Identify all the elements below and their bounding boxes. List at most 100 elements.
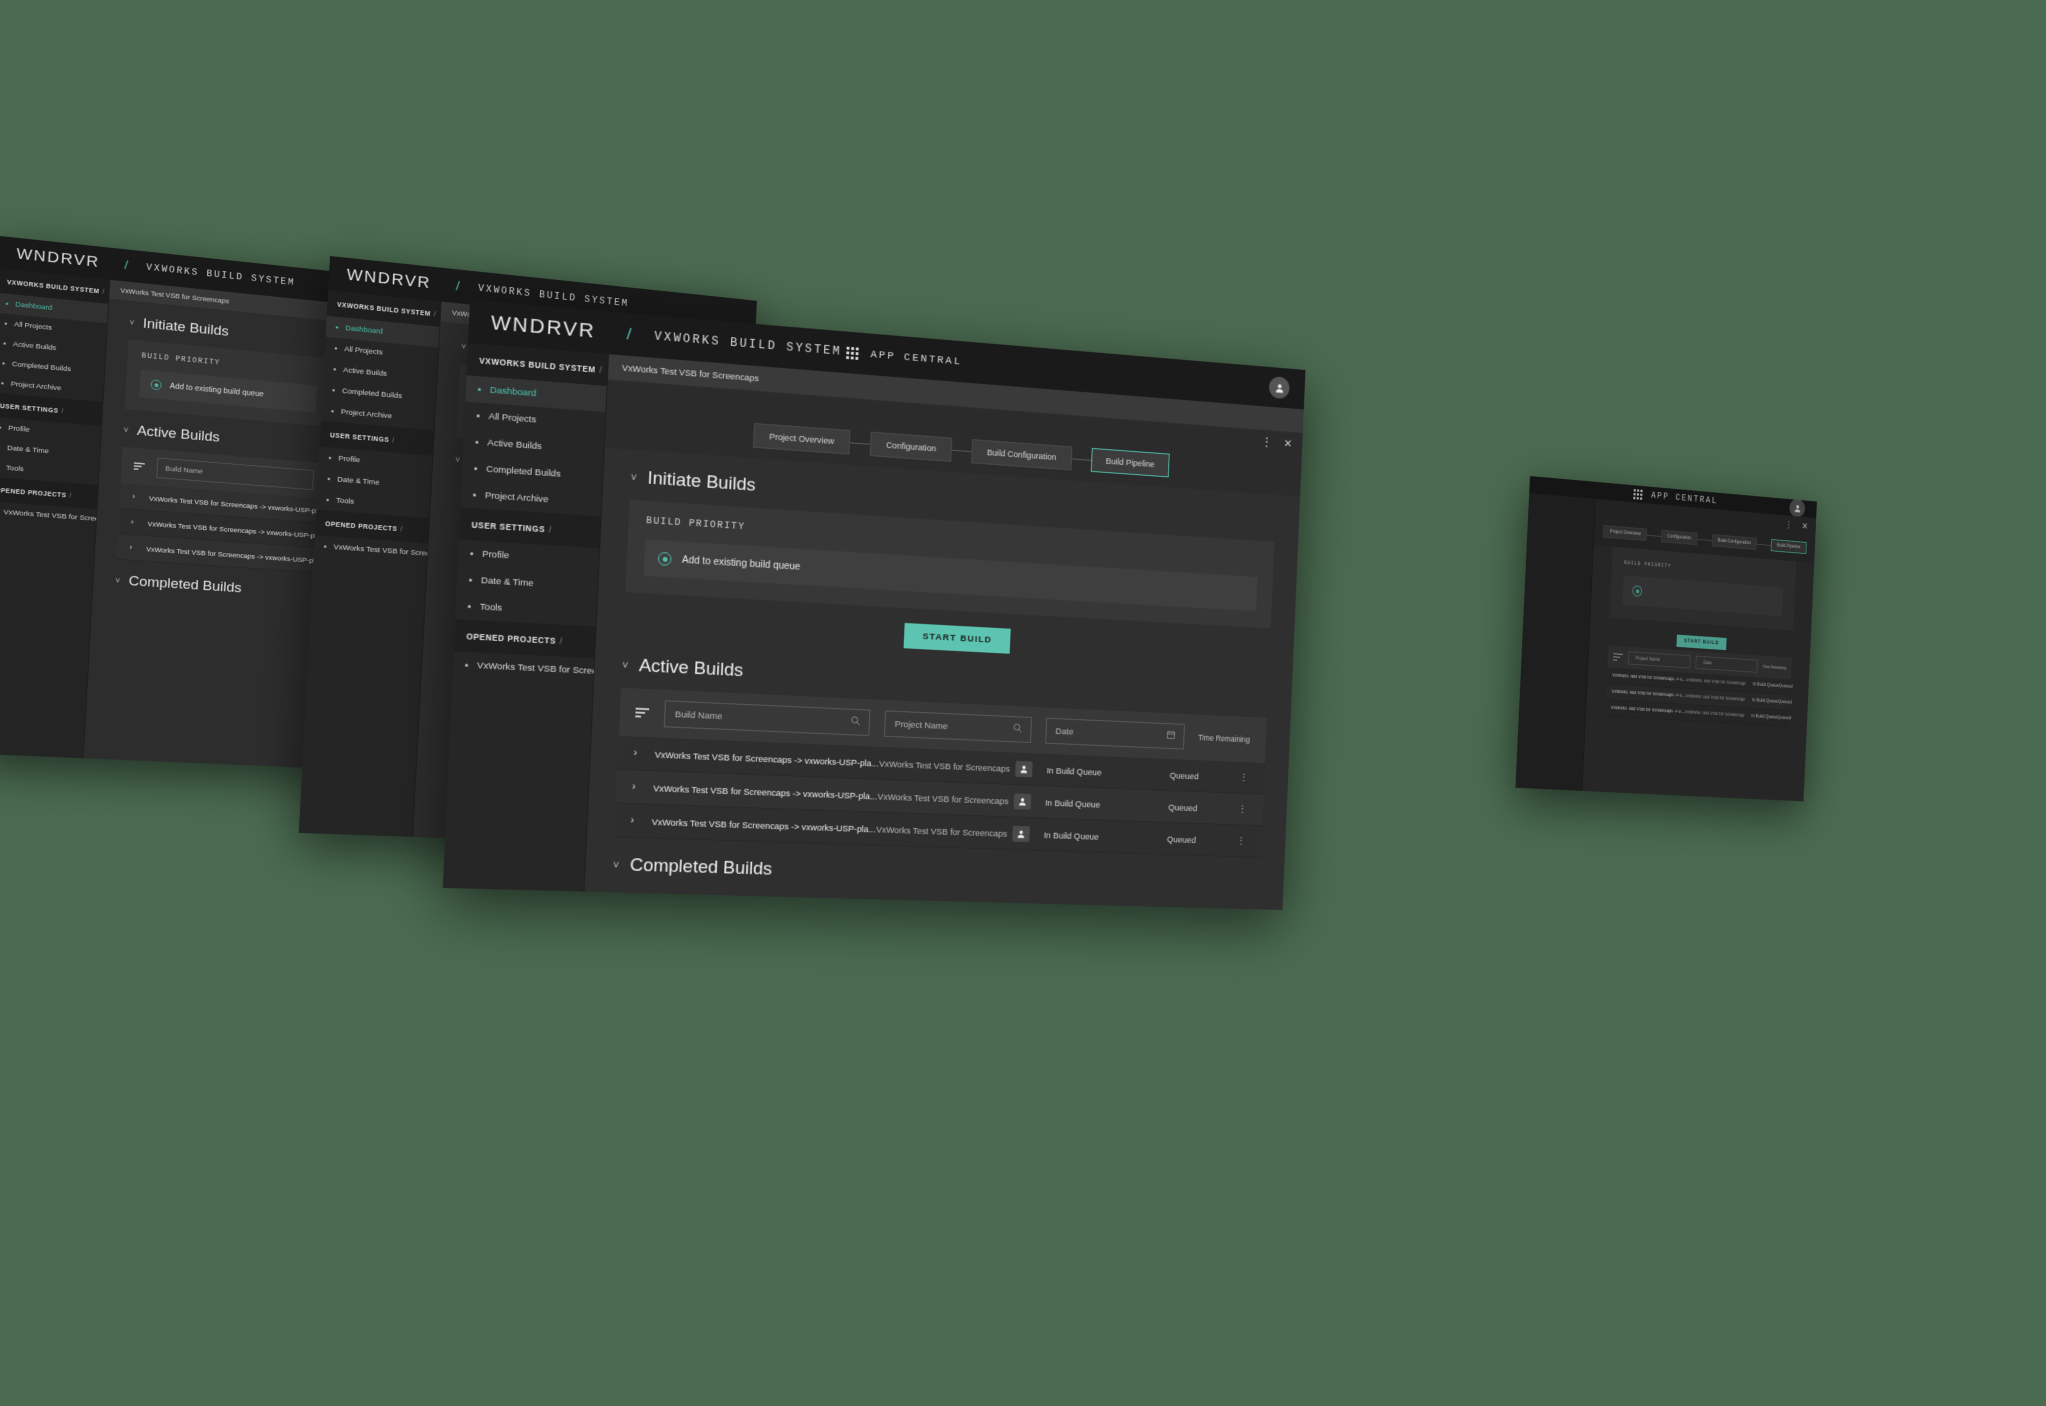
- sidebar-item-label: Dashboard: [489, 384, 537, 400]
- chevron-down-icon: ˅: [114, 576, 121, 586]
- project-name-cell: VxWorks Test VSB for Screencaps: [878, 757, 1011, 774]
- start-build-button[interactable]: START BUILD: [1676, 634, 1727, 651]
- search-icon[interactable]: [850, 715, 861, 729]
- wndrvr-logo: WNDRVR: [16, 245, 101, 271]
- filter-lines-icon[interactable]: [1613, 653, 1623, 661]
- tab-connector: [1697, 538, 1712, 541]
- project-name-search-input[interactable]: Project Name: [883, 710, 1033, 743]
- tab-project-overview[interactable]: Project Overview: [1603, 525, 1647, 541]
- window-left-background[interactable]: WNDRVR / VXWORKS BUILD SYSTEM VXWORKS BU…: [0, 236, 357, 769]
- breadcrumb-project: VxWorks Test VSB for Screencaps: [621, 363, 759, 384]
- bullet-icon: [327, 477, 331, 481]
- panel-kebab-menu-icon[interactable]: ⋮: [1261, 435, 1272, 448]
- owner-cell: [1015, 760, 1037, 777]
- sidebar-item-label: Active Builds: [12, 340, 57, 353]
- sidebar-item-label: Active Builds: [487, 437, 543, 453]
- sidebar-group-title: OPENED PROJECTS: [0, 486, 67, 499]
- chevron-down-icon: ˅: [460, 342, 467, 352]
- filter-lines-icon[interactable]: [635, 707, 650, 718]
- tab-build-configuration[interactable]: Build Configuration: [1711, 534, 1757, 550]
- date-filter-input[interactable]: Date: [1045, 717, 1185, 750]
- time-remaining-cell: Queued: [1777, 699, 1792, 706]
- project-name-cell: VxWorks Test VSB for Screencaps: [877, 790, 1009, 806]
- section-title: Completed Builds: [128, 573, 242, 596]
- add-to-queue-option[interactable]: Add to existing build queue: [139, 369, 318, 413]
- grid-apps-icon[interactable]: [846, 346, 859, 360]
- section-title: Active Builds: [136, 423, 221, 446]
- build-name-placeholder: Build Name: [674, 708, 723, 722]
- sidebar-item-label: Date & Time: [480, 575, 534, 590]
- bullet-icon: [472, 493, 477, 497]
- tab-configuration[interactable]: Configuration: [869, 431, 953, 462]
- bullet-icon: [323, 545, 327, 548]
- radio-label: Add to existing build queue: [169, 382, 264, 399]
- expand-row-icon[interactable]: ›: [132, 492, 149, 502]
- bullet-icon: [0, 426, 2, 429]
- sidebar-group-title: USER SETTINGS: [329, 430, 390, 444]
- radio-selected-icon[interactable]: [1632, 585, 1643, 597]
- sidebar-group-title: OPENED PROJECTS: [324, 519, 398, 533]
- tab-connector: [951, 449, 972, 452]
- build-priority-card: BUILD PRIORITY: [1609, 546, 1797, 631]
- tab-build-pipeline[interactable]: Build Pipeline: [1770, 539, 1807, 555]
- radio-selected-icon[interactable]: [657, 551, 672, 566]
- bullet-icon: [470, 552, 474, 556]
- sidebar-item-label: All Projects: [13, 320, 53, 333]
- build-name-cell: VxWorks Test VSB for Screencaps -> vxwor…: [146, 544, 325, 565]
- expand-row-icon[interactable]: ›: [131, 517, 148, 527]
- sidebar-group-title: OPENED PROJECTS: [466, 631, 557, 646]
- tab-project-overview[interactable]: Project Overview: [752, 422, 851, 455]
- grid-apps-icon[interactable]: [1633, 488, 1643, 500]
- search-icon[interactable]: [1012, 723, 1022, 736]
- build-name-search-input[interactable]: Build Name: [663, 700, 871, 737]
- sidebar-item-label: VxWorks Test VSB for Screencaps: [476, 660, 595, 679]
- panel-close-icon[interactable]: ✕: [1801, 521, 1808, 532]
- tab-connector: [1756, 543, 1772, 546]
- sidebar-item-opened-project[interactable]: VxWorks Test VSB for Screencaps: [452, 651, 594, 684]
- bullet-icon: [4, 322, 8, 325]
- user-avatar-icon[interactable]: [1789, 498, 1806, 518]
- chevron-down-icon: ˅: [454, 455, 461, 465]
- tab-build-pipeline[interactable]: Build Pipeline: [1090, 447, 1170, 478]
- panel-close-icon[interactable]: ✕: [1283, 437, 1292, 450]
- expand-row-icon[interactable]: ›: [630, 815, 652, 827]
- radio-selected-icon[interactable]: [150, 379, 162, 391]
- start-build-button[interactable]: START BUILD: [903, 622, 1011, 654]
- build-name-search-input[interactable]: Build Name: [156, 457, 314, 491]
- panel-kebab-menu-icon[interactable]: ⋮: [1785, 519, 1793, 530]
- tab-build-configuration[interactable]: Build Configuration: [970, 439, 1072, 471]
- bullet-icon: [326, 498, 329, 502]
- expand-row-icon[interactable]: ›: [633, 747, 655, 759]
- sidebar-item-label: Profile: [8, 424, 31, 435]
- date-filter-input[interactable]: Date: [1695, 655, 1758, 673]
- sidebar-item-label: Profile: [481, 548, 510, 562]
- app-central-nav[interactable]: APP CENTRAL: [846, 346, 962, 368]
- sidebar-group-title: VXWORKS BUILD SYSTEM: [6, 278, 100, 295]
- filter-lines-icon[interactable]: [133, 462, 145, 470]
- add-to-queue-option[interactable]: [1622, 575, 1784, 617]
- section-title: Initiate Builds: [647, 468, 756, 496]
- time-remaining-cell: Queued: [1169, 769, 1199, 781]
- bullet-icon: [475, 440, 479, 444]
- tab-configuration[interactable]: Configuration: [1660, 529, 1698, 546]
- radio-label: Add to existing build queue: [681, 554, 801, 573]
- row-kebab-menu-icon[interactable]: ⋮: [1234, 835, 1248, 847]
- window-main[interactable]: WNDRVR / VXWORKS BUILD SYSTEM APP CENTRA…: [442, 300, 1306, 911]
- window-right-background[interactable]: APP CENTRAL ⋮ ✕ Project Overview Configu…: [1515, 476, 1817, 802]
- row-kebab-menu-icon[interactable]: ⋮: [1235, 803, 1249, 815]
- bullet-icon: [474, 467, 478, 471]
- bullet-icon: [2, 362, 5, 365]
- expand-row-icon[interactable]: ›: [632, 781, 654, 793]
- user-avatar-icon[interactable]: [1268, 376, 1290, 400]
- bullet-icon: [477, 387, 481, 392]
- row-kebab-menu-icon[interactable]: ⋮: [1237, 771, 1251, 783]
- bullet-icon: [332, 389, 335, 392]
- sidebar-item-label: Dashboard: [15, 300, 53, 313]
- project-name-search-input[interactable]: Project Name: [1627, 651, 1691, 669]
- expand-row-icon[interactable]: ›: [129, 543, 146, 553]
- sidebar-item-label: Tools: [479, 601, 503, 614]
- tab-connector: [1071, 457, 1091, 461]
- sidebar-group-slash: /: [559, 636, 563, 647]
- chevron-down-icon: ˅: [621, 659, 629, 672]
- calendar-icon[interactable]: [1166, 730, 1176, 743]
